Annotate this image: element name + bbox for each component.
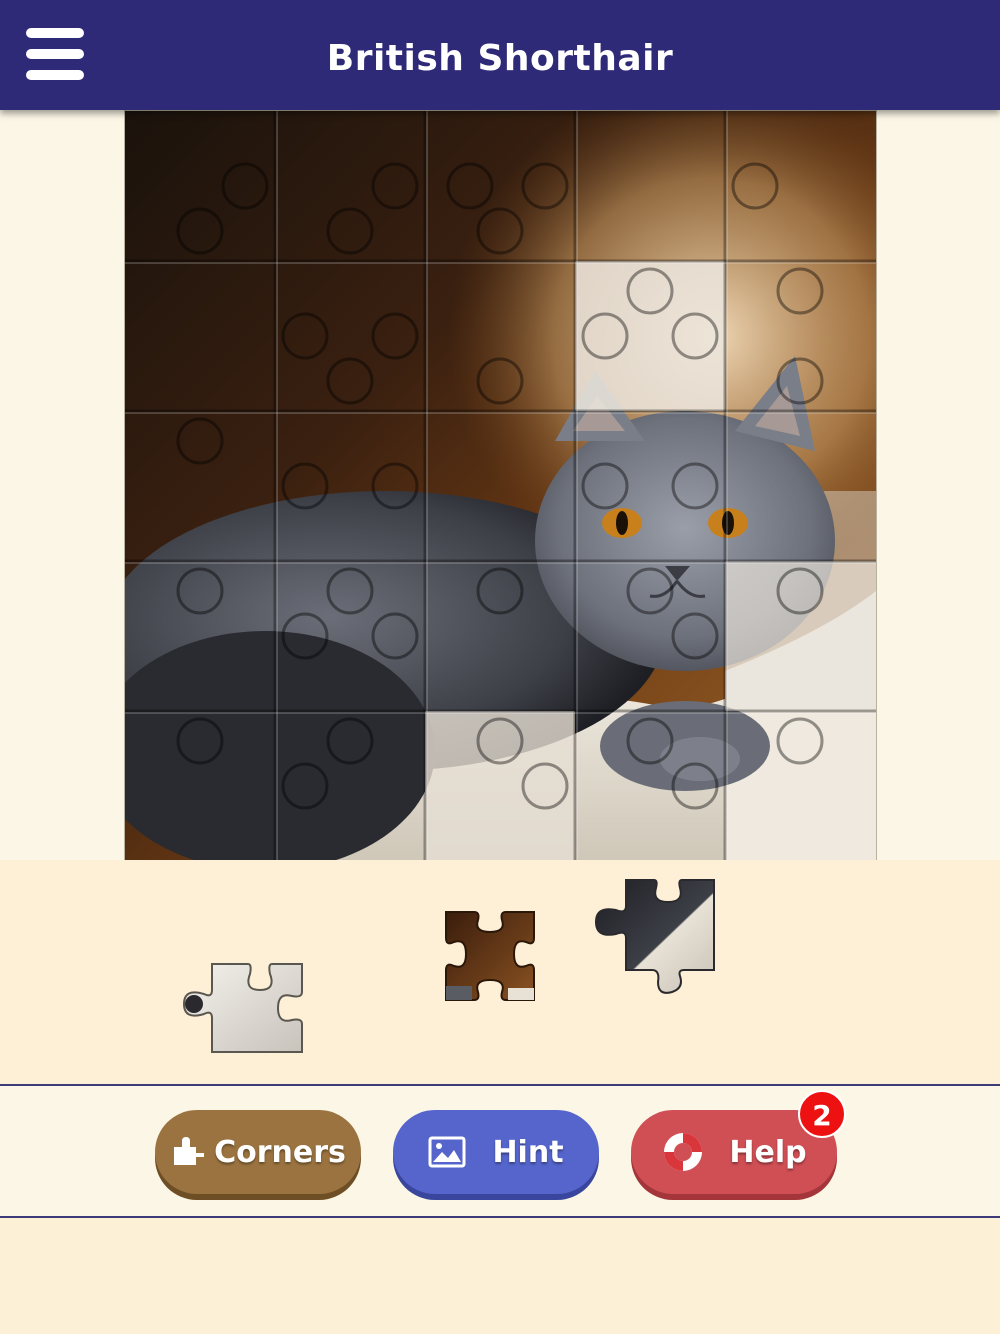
piece-tray — [0, 860, 1000, 1086]
hint-button[interactable]: Hint — [393, 1110, 599, 1194]
loose-piece[interactable] — [180, 960, 306, 1056]
image-icon — [428, 1136, 466, 1168]
action-bar: Corners Hint Help — [0, 1086, 1000, 1218]
lifebuoy-icon — [664, 1133, 703, 1171]
corners-button[interactable]: Corners — [155, 1110, 361, 1194]
top-bar: British Shorthair — [0, 0, 1000, 110]
bottom-area — [0, 1218, 1000, 1334]
puzzle-image — [125, 111, 876, 861]
help-button-label: Help — [729, 1134, 807, 1170]
page-title: British Shorthair — [326, 38, 674, 79]
puzzle-piece-icon — [174, 1137, 205, 1165]
loose-piece[interactable] — [442, 908, 540, 1004]
hint-button-label: Hint — [492, 1134, 564, 1170]
loose-piece[interactable] — [592, 876, 718, 1004]
help-count-badge: 2 — [798, 1090, 846, 1138]
corners-button-label: Corners — [214, 1134, 346, 1170]
puzzle-board[interactable] — [124, 110, 877, 862]
